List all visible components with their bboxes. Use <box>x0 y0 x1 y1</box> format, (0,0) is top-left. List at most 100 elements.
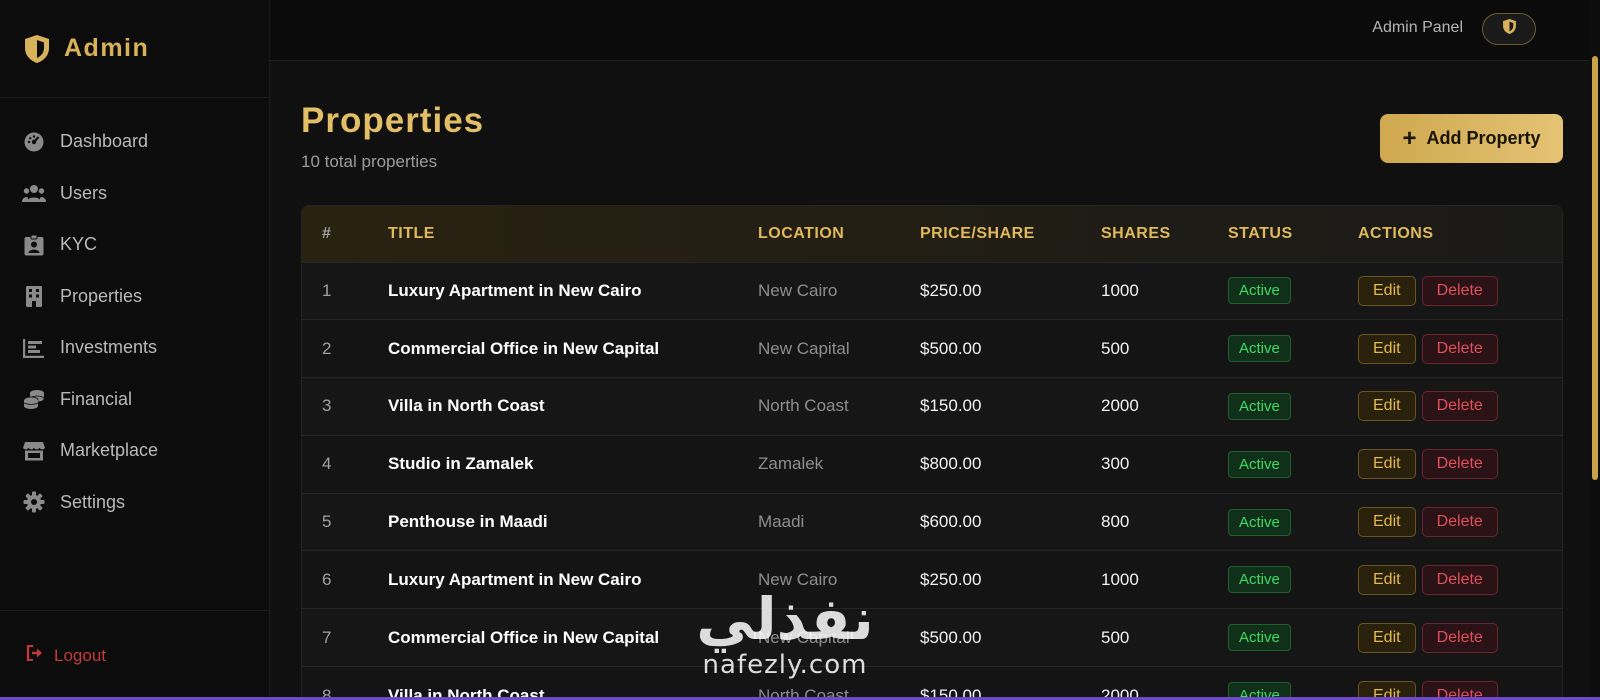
column-header-price[interactable]: PRICE/SHARE <box>920 206 1101 262</box>
gear-icon <box>22 490 46 514</box>
building-icon <box>22 284 46 308</box>
store-icon <box>22 439 46 463</box>
cell-shares: 1000 <box>1101 280 1139 300</box>
plus-icon: + <box>1402 124 1417 152</box>
delete-button[interactable]: Delete <box>1421 564 1498 595</box>
column-header-location[interactable]: LOCATION <box>758 206 920 262</box>
delete-button[interactable]: Delete <box>1421 622 1498 653</box>
table-row: 4 Studio in Zamalek Zamalek $800.00 300 … <box>302 435 1562 494</box>
table-header-row: # TITLE LOCATION PRICE/SHARE SHARES STAT… <box>302 206 1562 262</box>
cell-actions: Edit Delete <box>1358 435 1562 493</box>
cell-price: $250.00 <box>920 569 982 589</box>
topbar: Admin Panel <box>270 0 1590 61</box>
table-row: 6 Luxury Apartment in New Cairo New Cair… <box>302 550 1562 609</box>
cell-number: 4 <box>322 454 332 474</box>
page-scrollbar[interactable] <box>1590 0 1600 700</box>
cell-status: Active <box>1228 378 1358 436</box>
cell-shares: 500 <box>1101 338 1130 358</box>
status-badge: Active <box>1228 392 1291 420</box>
sidebar-item-label: Financial <box>60 388 133 409</box>
cell-price: $500.00 <box>920 338 982 358</box>
cell-title: Villa in North Coast <box>388 685 545 700</box>
logout-icon <box>26 644 44 666</box>
brand-title: Admin <box>64 34 150 62</box>
cell-actions: Edit Delete <box>1358 320 1562 378</box>
table-row: 2 Commercial Office in New Capital New C… <box>302 319 1562 378</box>
logout-button[interactable]: Logout <box>26 644 106 666</box>
cell-actions: Edit Delete <box>1358 609 1562 667</box>
add-property-button[interactable]: + Add Property <box>1380 114 1563 163</box>
cell-price: $250.00 <box>920 280 982 300</box>
status-badge: Active <box>1228 277 1291 305</box>
cell-status: Active <box>1228 493 1358 551</box>
admin-shield-toggle[interactable] <box>1482 13 1536 45</box>
cell-title: Studio in Zamalek <box>388 454 534 474</box>
sidebar-item-marketplace[interactable]: Marketplace <box>0 425 269 477</box>
edit-button[interactable]: Edit <box>1358 333 1416 364</box>
sidebar-item-label: KYC <box>60 234 98 255</box>
cell-number: 1 <box>322 280 332 300</box>
status-badge: Active <box>1228 624 1291 652</box>
edit-button[interactable]: Edit <box>1358 391 1416 422</box>
sidebar: Admin Dashboard Users KYC Properties Inv… <box>0 0 270 700</box>
cell-status: Active <box>1228 320 1358 378</box>
sidebar-item-properties[interactable]: Properties <box>0 271 269 323</box>
cell-shares: 2000 <box>1101 396 1139 416</box>
cell-status: Active <box>1228 609 1358 667</box>
sidebar-item-label: Users <box>60 182 108 203</box>
cell-number: 7 <box>322 627 332 647</box>
cell-title: Penthouse in Maadi <box>388 512 548 532</box>
table-row: 1 Luxury Apartment in New Cairo New Cair… <box>302 262 1562 320</box>
dashboard-icon <box>22 130 46 154</box>
column-header-number[interactable]: # <box>302 206 388 262</box>
cell-location: New Capital <box>758 627 850 647</box>
sidebar-item-kyc[interactable]: KYC <box>0 219 269 271</box>
cell-number: 8 <box>322 685 332 700</box>
cell-shares: 2000 <box>1101 685 1139 700</box>
page-title: Properties <box>301 101 485 140</box>
column-header-actions[interactable]: ACTIONS <box>1358 206 1562 262</box>
cell-actions: Edit Delete <box>1358 667 1562 700</box>
delete-button[interactable]: Delete <box>1421 507 1498 538</box>
cell-status: Active <box>1228 435 1358 493</box>
coins-icon <box>22 387 46 411</box>
column-header-shares[interactable]: SHARES <box>1101 206 1228 262</box>
column-header-status[interactable]: STATUS <box>1228 206 1358 262</box>
edit-button[interactable]: Edit <box>1358 564 1416 595</box>
delete-button[interactable]: Delete <box>1421 449 1498 480</box>
sidebar-item-settings[interactable]: Settings <box>0 477 269 529</box>
cell-price: $150.00 <box>920 396 982 416</box>
edit-button[interactable]: Edit <box>1358 449 1416 480</box>
sidebar-item-dashboard[interactable]: Dashboard <box>0 116 269 168</box>
table-row: 8 Villa in North Coast North Coast $150.… <box>302 666 1562 700</box>
logout-section: Logout <box>0 610 270 700</box>
cell-shares: 300 <box>1101 454 1130 474</box>
cell-status: Active <box>1228 551 1358 609</box>
brand[interactable]: Admin <box>0 0 269 98</box>
cell-status: Active <box>1228 667 1358 700</box>
cell-actions: Edit Delete <box>1358 551 1562 609</box>
sidebar-item-label: Properties <box>60 285 143 306</box>
shield-icon <box>22 34 52 64</box>
shield-icon <box>1502 18 1517 40</box>
delete-button[interactable]: Delete <box>1421 333 1498 364</box>
table-row: 5 Penthouse in Maadi Maadi $600.00 800 A… <box>302 493 1562 551</box>
sidebar-item-financial[interactable]: Financial <box>0 374 269 426</box>
cell-number: 2 <box>322 338 332 358</box>
sidebar-item-label: Settings <box>60 491 126 512</box>
edit-button[interactable]: Edit <box>1358 275 1416 306</box>
edit-button[interactable]: Edit <box>1358 507 1416 538</box>
delete-button[interactable]: Delete <box>1421 275 1498 306</box>
cell-location: North Coast <box>758 685 849 700</box>
scrollbar-thumb[interactable] <box>1592 56 1598 480</box>
add-property-label: Add Property <box>1426 128 1541 148</box>
cell-title: Commercial Office in New Capital <box>388 627 660 647</box>
column-header-title[interactable]: TITLE <box>388 206 758 262</box>
cell-location: Maadi <box>758 512 805 532</box>
delete-button[interactable]: Delete <box>1421 391 1498 422</box>
cell-location: New Cairo <box>758 280 838 300</box>
sidebar-item-investments[interactable]: Investments <box>0 322 269 374</box>
sidebar-item-users[interactable]: Users <box>0 168 269 220</box>
edit-button[interactable]: Edit <box>1358 622 1416 653</box>
sidebar-item-label: Investments <box>60 337 158 358</box>
